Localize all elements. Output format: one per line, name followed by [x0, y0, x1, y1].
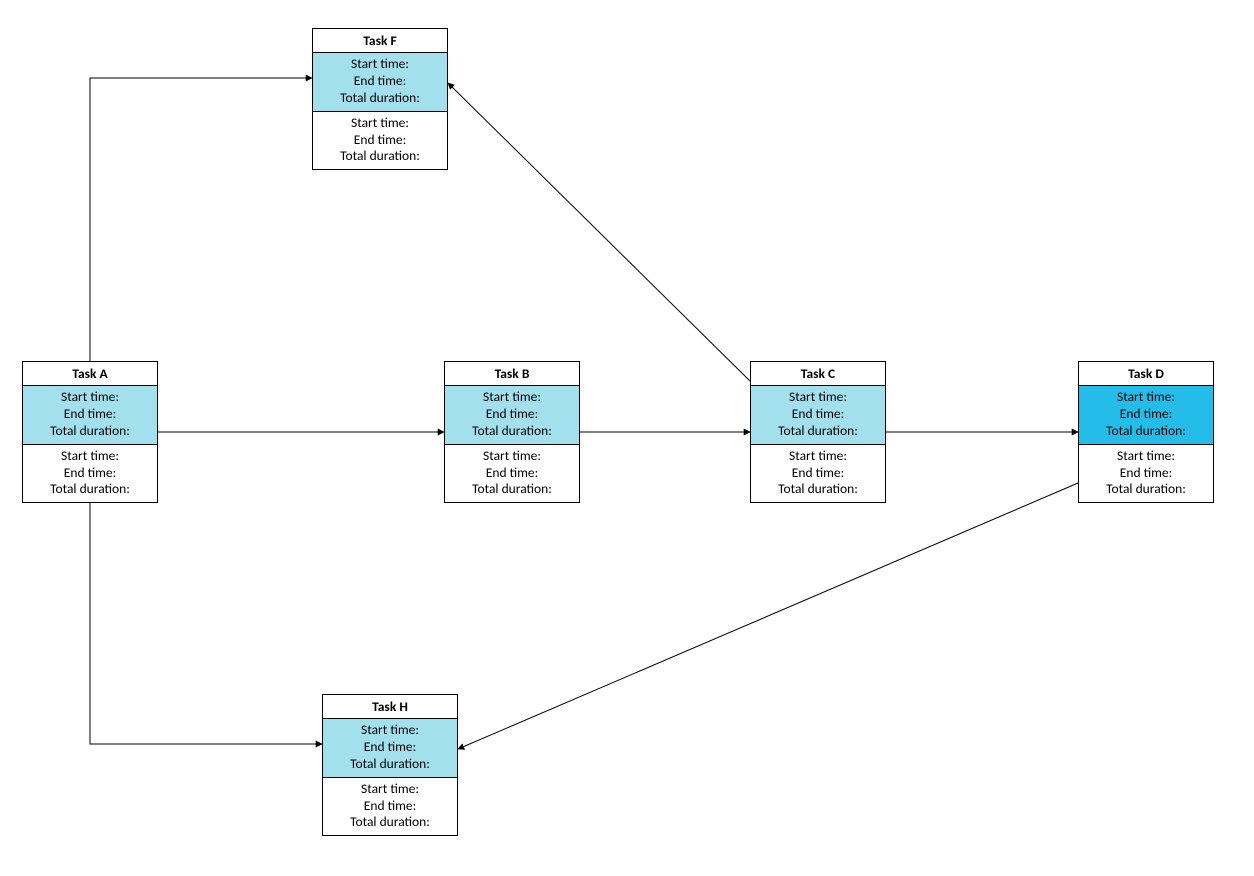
task-node-c: Task C Start time: End time: Total durat…: [750, 361, 886, 503]
end-time-label: End time:: [23, 406, 157, 423]
task-primary-section: Start time: End time: Total duration:: [323, 719, 457, 778]
task-secondary-section: Start time: End time: Total duration:: [323, 778, 457, 836]
end-time-label: End time:: [751, 465, 885, 482]
task-node-f: Task F Start time: End time: Total durat…: [312, 28, 448, 170]
start-time-label: Start time:: [323, 781, 457, 798]
task-primary-section: Start time: End time: Total duration:: [1079, 386, 1213, 445]
start-time-label: Start time:: [313, 56, 447, 73]
edges-layer: [0, 0, 1254, 876]
duration-label: Total duration:: [445, 481, 579, 498]
duration-label: Total duration:: [445, 423, 579, 440]
duration-label: Total duration:: [323, 756, 457, 773]
end-time-label: End time:: [323, 739, 457, 756]
duration-label: Total duration:: [1079, 423, 1213, 440]
end-time-label: End time:: [23, 465, 157, 482]
task-secondary-section: Start time: End time: Total duration:: [751, 445, 885, 503]
end-time-label: End time:: [751, 406, 885, 423]
duration-label: Total duration:: [23, 423, 157, 440]
start-time-label: Start time:: [751, 389, 885, 406]
task-node-h: Task H Start time: End time: Total durat…: [322, 694, 458, 836]
task-node-b: Task B Start time: End time: Total durat…: [444, 361, 580, 503]
end-time-label: End time:: [445, 465, 579, 482]
task-node-a: Task A Start time: End time: Total durat…: [22, 361, 158, 503]
duration-label: Total duration:: [751, 423, 885, 440]
end-time-label: End time:: [313, 73, 447, 90]
start-time-label: Start time:: [23, 448, 157, 465]
task-title: Task A: [23, 362, 157, 386]
start-time-label: Start time:: [445, 448, 579, 465]
task-secondary-section: Start time: End time: Total duration:: [313, 112, 447, 170]
task-primary-section: Start time: End time: Total duration:: [313, 53, 447, 112]
duration-label: Total duration:: [23, 481, 157, 498]
task-title: Task B: [445, 362, 579, 386]
start-time-label: Start time:: [1079, 389, 1213, 406]
start-time-label: Start time:: [1079, 448, 1213, 465]
start-time-label: Start time:: [751, 448, 885, 465]
task-primary-section: Start time: End time: Total duration:: [751, 386, 885, 445]
end-time-label: End time:: [313, 132, 447, 149]
start-time-label: Start time:: [313, 115, 447, 132]
start-time-label: Start time:: [323, 722, 457, 739]
duration-label: Total duration:: [313, 148, 447, 165]
task-primary-section: Start time: End time: Total duration:: [23, 386, 157, 445]
task-secondary-section: Start time: End time: Total duration:: [23, 445, 157, 503]
duration-label: Total duration:: [751, 481, 885, 498]
task-title: Task H: [323, 695, 457, 719]
task-primary-section: Start time: End time: Total duration:: [445, 386, 579, 445]
duration-label: Total duration:: [1079, 481, 1213, 498]
task-title: Task F: [313, 29, 447, 53]
task-node-d: Task D Start time: End time: Total durat…: [1078, 361, 1214, 503]
end-time-label: End time:: [1079, 465, 1213, 482]
end-time-label: End time:: [323, 798, 457, 815]
diagram-canvas: Task A Start time: End time: Total durat…: [0, 0, 1254, 876]
duration-label: Total duration:: [313, 90, 447, 107]
task-title: Task C: [751, 362, 885, 386]
task-title: Task D: [1079, 362, 1213, 386]
start-time-label: Start time:: [23, 389, 157, 406]
start-time-label: Start time:: [445, 389, 579, 406]
task-secondary-section: Start time: End time: Total duration:: [1079, 445, 1213, 503]
duration-label: Total duration:: [323, 814, 457, 831]
end-time-label: End time:: [445, 406, 579, 423]
end-time-label: End time:: [1079, 406, 1213, 423]
task-secondary-section: Start time: End time: Total duration:: [445, 445, 579, 503]
